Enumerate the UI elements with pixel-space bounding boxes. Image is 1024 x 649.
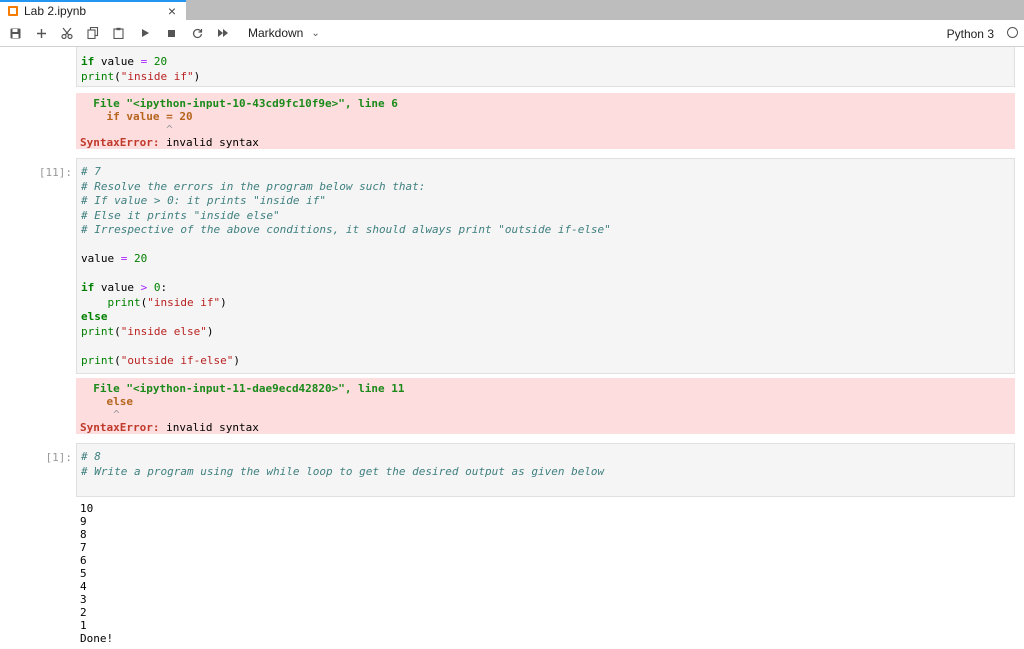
- cell-type-select[interactable]: Markdown ⌄: [248, 26, 320, 40]
- copy-icon: [87, 27, 99, 39]
- interrupt-button[interactable]: [158, 20, 184, 46]
- tab-notebook[interactable]: Lab 2.ipynb ×: [0, 0, 186, 20]
- output-line: 9: [80, 515, 87, 528]
- restart-button[interactable]: [184, 20, 210, 46]
- stop-icon: [167, 29, 175, 37]
- add-cell-button[interactable]: [28, 20, 54, 46]
- chevron-down-icon: ⌄: [311, 27, 320, 39]
- output-line: 3: [80, 593, 87, 606]
- tab-title: Lab 2.ipynb: [24, 4, 87, 18]
- error-output: File "<ipython-input-11-dae9ecd42820>", …: [76, 378, 1015, 434]
- output-line: 2: [80, 606, 87, 619]
- output-line: 6: [80, 554, 87, 567]
- cut-icon: [61, 27, 73, 39]
- cell-prompt: [11]:: [38, 166, 72, 179]
- cell-prompt: [1]:: [45, 451, 73, 464]
- notebook-toolbar: Markdown ⌄ Python 3: [0, 20, 1024, 47]
- copy-button[interactable]: [80, 20, 106, 46]
- output-line: 7: [80, 541, 87, 554]
- restart-run-all-button[interactable]: [210, 20, 236, 46]
- tab-bar: Lab 2.ipynb ×: [0, 0, 1024, 20]
- output-line: 10: [80, 502, 94, 515]
- kernel-name[interactable]: Python 3: [947, 27, 994, 41]
- add-icon: [36, 28, 46, 38]
- paste-icon: [113, 27, 124, 39]
- save-icon: [10, 28, 20, 38]
- error-output: File "<ipython-input-10-43cd9fc10f9e>", …: [76, 93, 1015, 149]
- output-line: 4: [80, 580, 87, 593]
- output-line: 1: [80, 619, 87, 632]
- output-line: 5: [80, 567, 87, 580]
- fast-forward-icon: [218, 29, 228, 37]
- cell-output: 10 9 8 7 6 5 4 3 2 1 Done!: [76, 502, 1015, 645]
- code-cell-input[interactable]: # 7 # Resolve the errors in the program …: [76, 158, 1015, 374]
- cut-button[interactable]: [54, 20, 80, 46]
- code-cell-input[interactable]: # 8 # Write a program using the while lo…: [76, 443, 1015, 497]
- notebook-icon: [8, 6, 18, 16]
- save-button[interactable]: [2, 20, 28, 46]
- restart-icon: [192, 28, 202, 38]
- notebook-panel[interactable]: if value = 20 print("inside if") File "<…: [0, 47, 1024, 649]
- output-line: Done!: [80, 632, 114, 645]
- output-line: 8: [80, 528, 87, 541]
- run-icon: [142, 29, 149, 37]
- paste-button[interactable]: [106, 20, 132, 46]
- close-icon[interactable]: ×: [168, 3, 176, 19]
- code-cell-input[interactable]: if value = 20 print("inside if"): [76, 47, 1015, 87]
- kernel-status-icon: [1007, 27, 1018, 38]
- cell-type-label: Markdown: [248, 26, 304, 40]
- run-button[interactable]: [132, 20, 158, 46]
